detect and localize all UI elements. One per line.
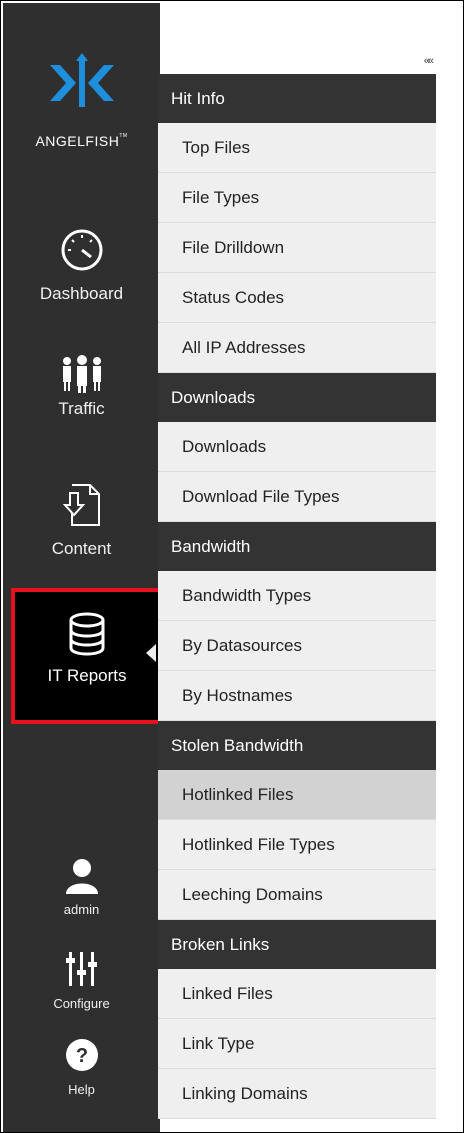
document-download-icon: [62, 484, 100, 526]
sliders-icon: [65, 952, 97, 986]
nav-dashboard[interactable]: Dashboard: [3, 228, 160, 304]
menu-item-by-hostnames[interactable]: By Hostnames: [158, 671, 436, 721]
menu-item-download-file-types[interactable]: Download File Types: [158, 472, 436, 522]
people-icon: [62, 355, 101, 393]
section-header-hit-info: Hit Info: [158, 74, 436, 123]
angelfish-logo-icon: [49, 53, 114, 107]
nav-content-label: Content: [51, 539, 112, 558]
help-icon: ?: [65, 1039, 98, 1071]
menu-item-linking-domains[interactable]: Linking Domains: [158, 1069, 436, 1119]
nav-dashboard-label: Dashboard: [39, 284, 124, 303]
nav-help-label: Help: [68, 1082, 95, 1097]
nav-configure[interactable]: Configure: [3, 950, 160, 1011]
gauge-icon: [61, 229, 102, 271]
menu-item-file-drilldown[interactable]: File Drilldown: [158, 223, 436, 273]
menu-item-link-type[interactable]: Link Type: [158, 1019, 436, 1069]
section-header-downloads: Downloads: [158, 373, 436, 422]
nav-traffic[interactable]: Traffic: [3, 355, 160, 419]
nav-it-reports[interactable]: IT Reports: [11, 588, 163, 724]
nav-configure-label: Configure: [53, 996, 110, 1011]
left-navigation: ANGELFISHTM Dashboard Traffic Content IT…: [3, 3, 163, 1132]
nav-traffic-label: Traffic: [58, 399, 105, 418]
user-icon: [65, 859, 98, 894]
menu-item-file-types[interactable]: File Types: [158, 173, 436, 223]
submenu-panel: «« Hit Info Top Files File Types File Dr…: [158, 3, 436, 1132]
nav-content[interactable]: Content: [3, 483, 160, 559]
angelfish-logo: ANGELFISHTM: [3, 53, 160, 173]
menu-item-downloads[interactable]: Downloads: [158, 422, 436, 472]
nav-it-reports-label: IT Reports: [47, 666, 127, 685]
menu-item-bandwidth-types[interactable]: Bandwidth Types: [158, 571, 436, 621]
collapse-icon[interactable]: ««: [424, 55, 434, 67]
nav-admin-label: admin: [63, 902, 100, 917]
menu-item-all-ip-addresses[interactable]: All IP Addresses: [158, 323, 436, 373]
trademark: TM: [119, 133, 128, 139]
menu-item-leeching-domains[interactable]: Leeching Domains: [158, 870, 436, 920]
app-frame: ANGELFISHTM Dashboard Traffic Content IT…: [0, 0, 464, 1133]
section-header-bandwidth: Bandwidth: [158, 522, 436, 571]
menu-item-status-codes[interactable]: Status Codes: [158, 273, 436, 323]
menu-item-by-datasources[interactable]: By Datasources: [158, 621, 436, 671]
database-icon: [69, 612, 105, 656]
menu-item-top-files[interactable]: Top Files: [158, 123, 436, 173]
svg-text:?: ?: [75, 1045, 87, 1067]
menu-item-hotlinked-files[interactable]: Hotlinked Files: [158, 770, 436, 820]
nav-admin[interactable]: admin: [3, 858, 160, 917]
menu-item-linked-files[interactable]: Linked Files: [158, 969, 436, 1019]
section-header-broken-links: Broken Links: [158, 920, 436, 969]
nav-help[interactable]: ? Help: [3, 1038, 160, 1097]
app-name: ANGELFISH: [35, 133, 120, 149]
submenu-list: Hit Info Top Files File Types File Drill…: [158, 74, 436, 1119]
section-header-stolen-bandwidth: Stolen Bandwidth: [158, 721, 436, 770]
active-indicator-caret: [146, 644, 156, 662]
main-content-area: [436, 3, 463, 1132]
menu-item-hotlinked-file-types[interactable]: Hotlinked File Types: [158, 820, 436, 870]
